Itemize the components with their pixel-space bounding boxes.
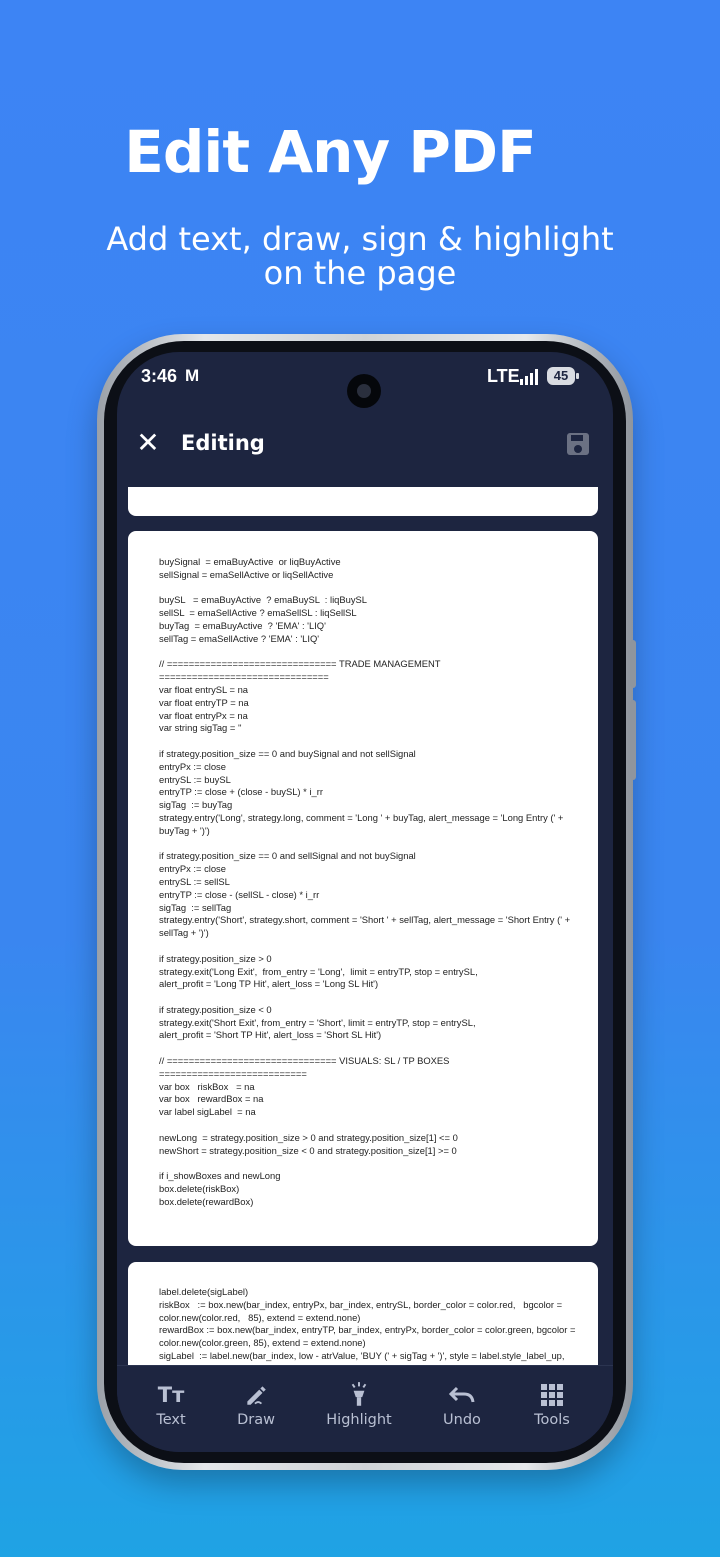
phone-screen: 3:46 M LTE 45 ✕ Editing buySignal = emaB… [117,352,613,1452]
page-text-content: label.delete(sigLabel) riskBox := box.ne… [159,1286,576,1365]
phone-power-button [630,700,636,780]
pdf-page-2[interactable]: buySignal = emaBuyActive or liqBuyActive… [128,531,598,1246]
tool-label: Highlight [326,1412,392,1428]
text-tool-button[interactable]: Tт Text [126,1380,216,1428]
pdf-page-1[interactable] [128,487,598,516]
pencil-draw-icon [247,1386,266,1405]
undo-icon [448,1386,475,1403]
tool-label: Tools [534,1412,570,1428]
tool-label: Undo [443,1412,481,1428]
close-icon[interactable]: ✕ [133,428,163,458]
signal-icon [520,369,542,385]
gmail-icon: M [185,366,200,385]
apps-grid-icon [541,1384,563,1406]
status-time: 3:46 [141,366,178,386]
tool-label: Text [156,1412,186,1428]
tools-button[interactable]: Tools [507,1380,597,1428]
battery-icon: 45 [547,367,575,385]
highlighter-icon [351,1382,367,1406]
highlight-tool-button[interactable]: Highlight [314,1380,404,1428]
bottom-toolbar: Tт Text Draw Highlight Undo Tools [117,1365,613,1452]
page-text-content: buySignal = emaBuyActive or liqBuyActive… [159,556,571,1207]
front-camera [347,374,381,408]
text-format-icon: Tт [157,1383,185,1407]
promo-subline: Add text, draw, sign & highlight on the … [106,220,614,292]
undo-button[interactable]: Undo [417,1380,507,1428]
battery-cap [576,373,579,379]
phone-volume-button [630,640,636,688]
status-bar: 3:46 M LTE 45 [117,352,613,408]
promo-headline: Edit Any PDF [124,118,536,186]
network-type: LTE [487,366,520,386]
page-title: Editing [181,431,265,455]
tool-label: Draw [237,1412,275,1428]
pdf-page-3[interactable]: label.delete(sigLabel) riskBox := box.ne… [128,1262,598,1365]
document-viewer[interactable]: buySignal = emaBuyActive or liqBuyActive… [117,487,613,1365]
draw-tool-button[interactable]: Draw [211,1380,301,1428]
save-icon[interactable] [567,433,589,455]
app-bar: ✕ Editing [117,414,613,476]
